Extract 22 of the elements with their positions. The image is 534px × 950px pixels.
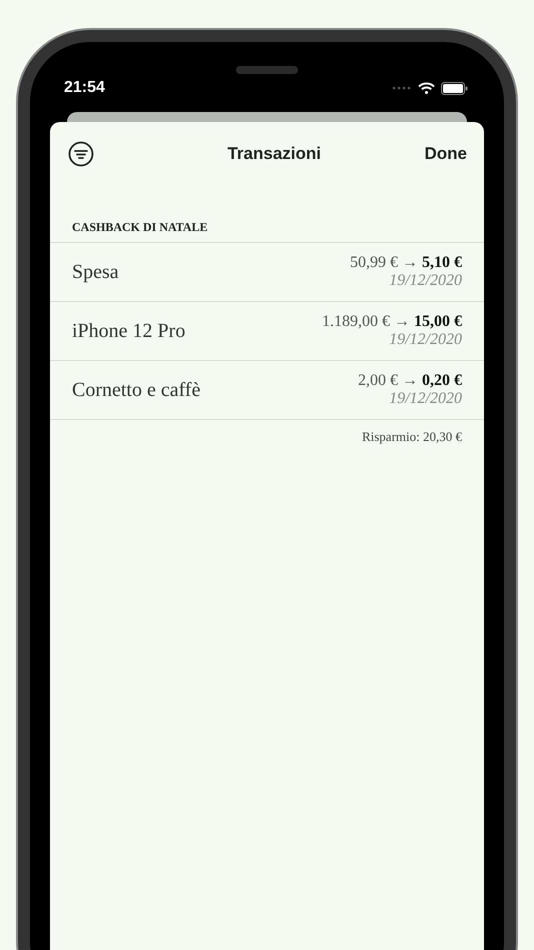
- transaction-date: 19/12/2020: [389, 390, 462, 408]
- transaction-row[interactable]: iPhone 12 Pro 1.189,00 € → 15,00 € 19/12/2020: [50, 302, 484, 361]
- transaction-name: Cornetto e caffè: [72, 378, 200, 402]
- savings-total: Risparmio: 20,30 €: [360, 428, 463, 446]
- transaction-date: 19/12/2020: [389, 272, 462, 290]
- wifi-icon: [418, 82, 435, 94]
- transaction-date: 19/12/2020: [389, 331, 462, 349]
- done-button[interactable]: Done: [424, 144, 467, 164]
- signal-icon: [392, 86, 412, 90]
- transaction-amount: 2,00 € → 0,20 €: [358, 372, 462, 390]
- transaction-row[interactable]: Spesa 50,99 € → 5,10 € 19/12/2020: [50, 243, 484, 302]
- transaction-amount: 50,99 € → 5,10 €: [350, 254, 462, 272]
- transaction-name: Spesa: [72, 260, 119, 284]
- transaction-row[interactable]: Cornetto e caffè 2,00 € → 0,20 € 19/12/2020: [50, 361, 484, 420]
- section-header: CASHBACK DI NATALE: [50, 167, 484, 243]
- sheet-title: Transazioni: [227, 144, 322, 164]
- speaker-notch: [236, 66, 298, 74]
- transaction-name: iPhone 12 Pro: [72, 320, 186, 342]
- status-time: 21:54: [64, 79, 106, 97]
- battery-icon: [441, 82, 468, 94]
- transaction-amount: 1.189,00 € → 15,00 €: [322, 313, 462, 331]
- filter-icon[interactable]: [68, 141, 94, 167]
